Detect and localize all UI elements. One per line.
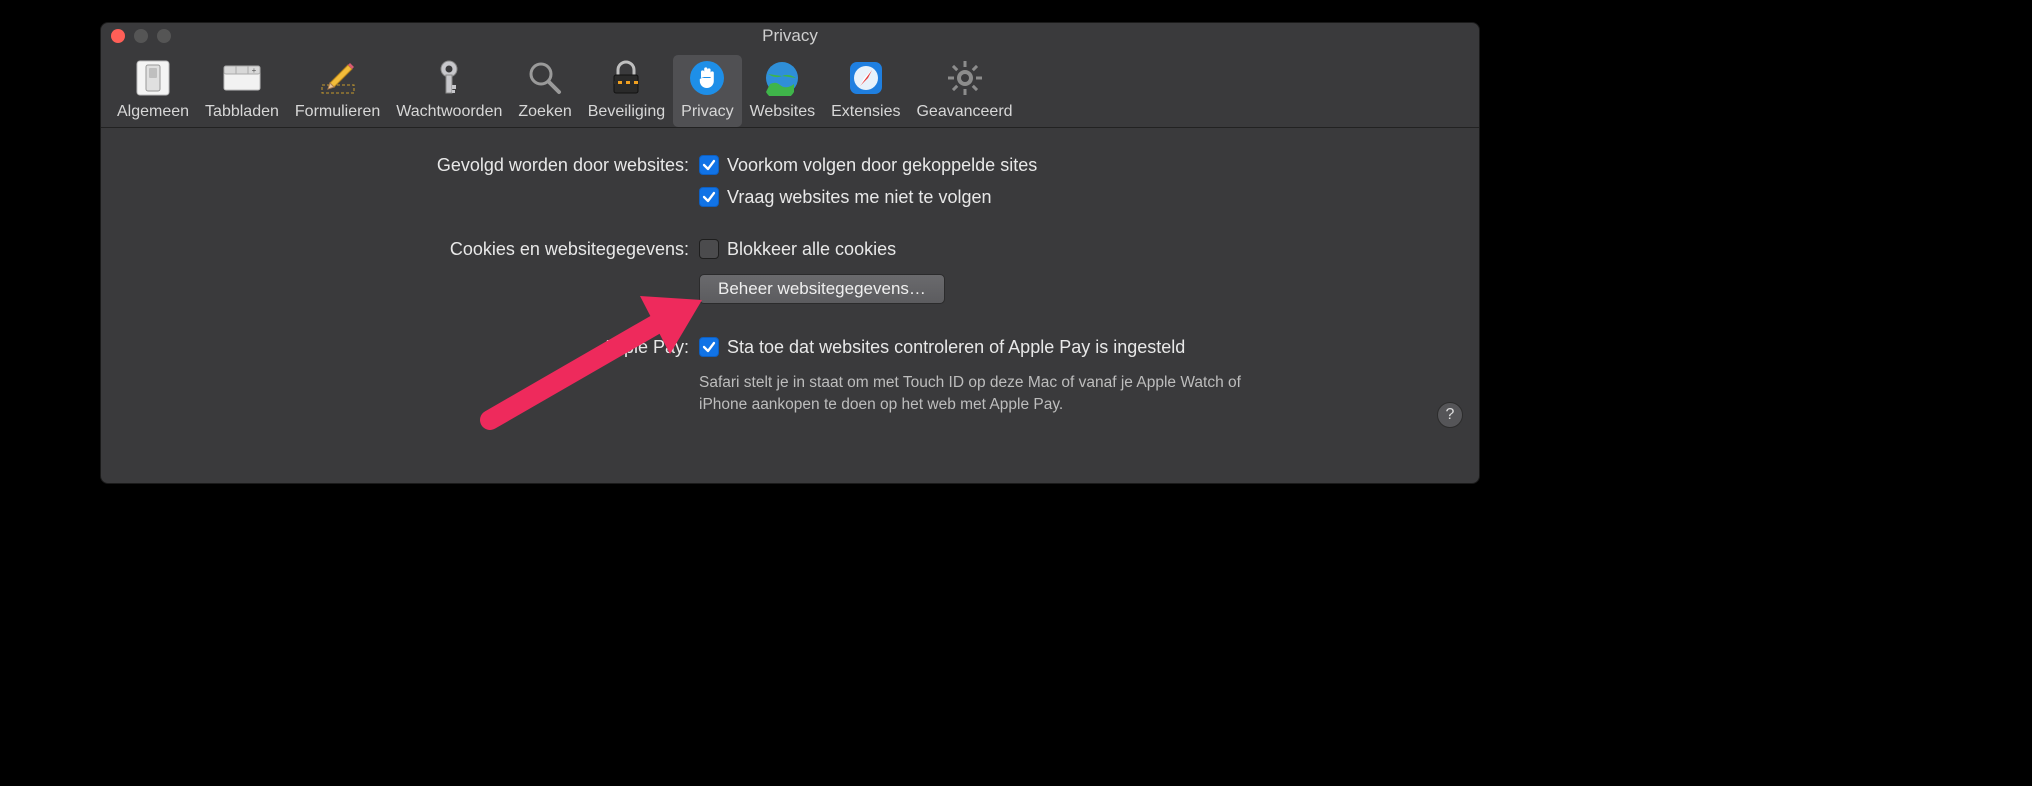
do-not-track-checkbox[interactable]: Vraag websites me niet te volgen <box>699 184 1451 210</box>
globe-icon <box>761 57 803 99</box>
tab-label: Zoeken <box>518 103 571 121</box>
tracking-section: Gevolgd worden door websites: Voorkom vo… <box>129 152 1451 210</box>
tab-label: Formulieren <box>295 103 380 121</box>
prevent-tracking-checkbox[interactable]: Voorkom volgen door gekoppelde sites <box>699 152 1451 178</box>
close-button[interactable] <box>111 29 125 43</box>
switch-icon <box>132 57 174 99</box>
preferences-window: Privacy Algemeen + Tabbladen Formulieren <box>100 22 1480 484</box>
tab-general[interactable]: Algemeen <box>109 55 197 127</box>
zoom-button[interactable] <box>157 29 171 43</box>
minimize-button[interactable] <box>134 29 148 43</box>
tab-label: Tabbladen <box>205 103 279 121</box>
block-cookies-checkbox[interactable]: Blokkeer alle cookies <box>699 236 1451 262</box>
tab-label: Algemeen <box>117 103 189 121</box>
checkbox-icon <box>699 337 719 357</box>
checkbox-icon <box>699 239 719 259</box>
key-icon <box>428 57 470 99</box>
tab-search[interactable]: Zoeken <box>510 55 579 127</box>
tab-label: Wachtwoorden <box>396 103 502 121</box>
preferences-content: Gevolgd worden door websites: Voorkom vo… <box>101 128 1479 444</box>
search-icon <box>524 57 566 99</box>
tab-security[interactable]: Beveiliging <box>580 55 673 127</box>
section-label: Gevolgd worden door websites: <box>129 152 699 210</box>
tab-forms[interactable]: Formulieren <box>287 55 388 127</box>
tab-label: Extensies <box>831 103 900 121</box>
applepay-description: Safari stelt je in staat om met Touch ID… <box>699 372 1259 416</box>
tab-label: Privacy <box>681 103 733 121</box>
lock-icon <box>605 57 647 99</box>
cookies-section: Cookies en websitegegevens: Blokkeer all… <box>129 236 1451 304</box>
section-label: Cookies en websitegegevens: <box>129 236 699 304</box>
checkbox-label: Vraag websites me niet te volgen <box>727 184 991 210</box>
tab-advanced[interactable]: Geavanceerd <box>908 55 1020 127</box>
manage-website-data-button[interactable]: Beheer websitegegevens… <box>699 274 945 304</box>
tabs-icon: + <box>221 57 263 99</box>
tab-extensions[interactable]: Extensies <box>823 55 908 127</box>
svg-text:+: + <box>252 66 257 75</box>
checkbox-label: Sta toe dat websites controleren of Appl… <box>727 334 1185 360</box>
window-title: Privacy <box>762 26 818 45</box>
tab-passwords[interactable]: Wachtwoorden <box>388 55 510 127</box>
tab-privacy[interactable]: Privacy <box>673 55 741 127</box>
preferences-toolbar: Algemeen + Tabbladen Formulieren Wachtwo… <box>101 49 1479 128</box>
checkbox-label: Blokkeer alle cookies <box>727 236 896 262</box>
help-button[interactable]: ? <box>1437 402 1463 428</box>
tab-label: Geavanceerd <box>916 103 1012 121</box>
tab-tabs[interactable]: + Tabbladen <box>197 55 287 127</box>
hand-icon <box>686 57 728 99</box>
tab-websites[interactable]: Websites <box>742 55 824 127</box>
section-label: Apple Pay: <box>129 334 699 416</box>
applepay-checkbox[interactable]: Sta toe dat websites controleren of Appl… <box>699 334 1451 360</box>
pencil-icon <box>317 57 359 99</box>
titlebar: Privacy <box>101 23 1479 49</box>
tab-label: Beveiliging <box>588 103 665 121</box>
checkbox-label: Voorkom volgen door gekoppelde sites <box>727 152 1037 178</box>
window-controls <box>111 29 171 43</box>
compass-icon <box>845 57 887 99</box>
applepay-section: Apple Pay: Sta toe dat websites controle… <box>129 334 1451 416</box>
checkbox-icon <box>699 187 719 207</box>
checkbox-icon <box>699 155 719 175</box>
gear-icon <box>944 57 986 99</box>
tab-label: Websites <box>750 103 816 121</box>
